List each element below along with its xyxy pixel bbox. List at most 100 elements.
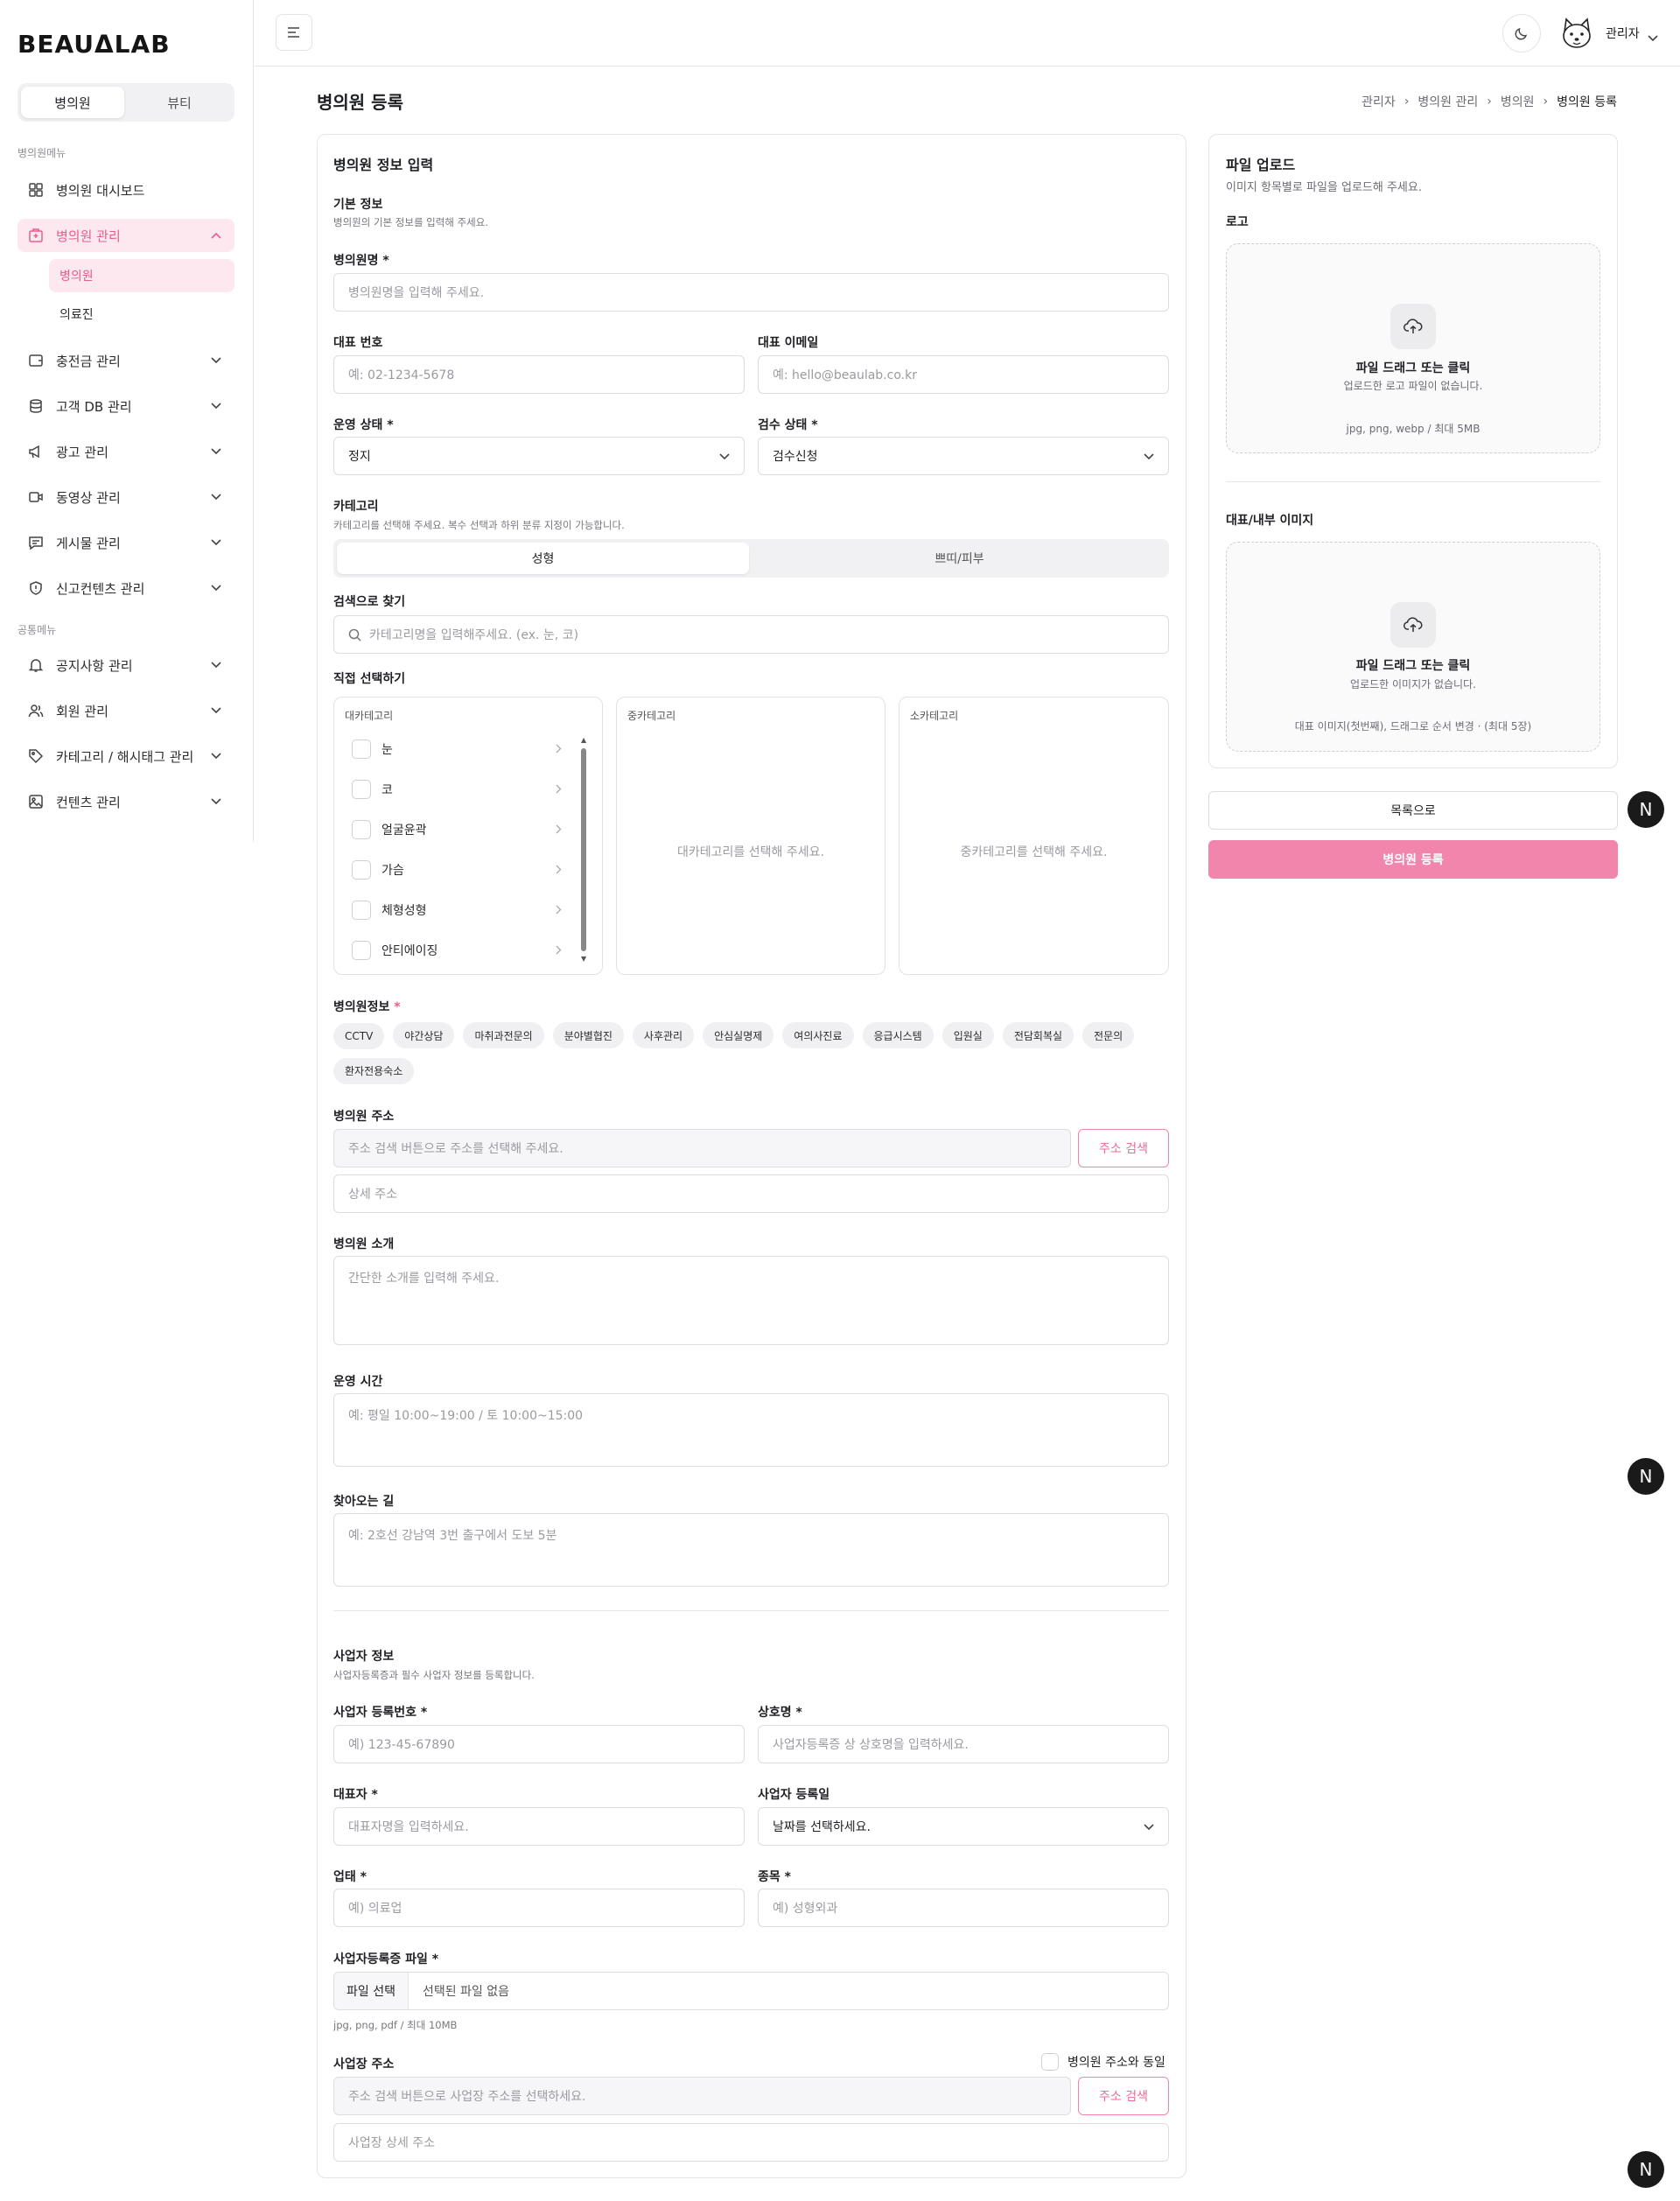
logo-label: 로고	[1226, 215, 1249, 229]
images-dropzone[interactable]: 파일 드래그 또는 클릭 업로드한 이미지가 없습니다. 대표 이미지(첫번째)…	[1226, 542, 1600, 752]
same-address-toggle[interactable]: 병의원 주소와 동일	[1041, 2053, 1166, 2071]
avatar[interactable]	[1558, 14, 1596, 53]
sidebar-sub-doctors[interactable]: 의료진	[49, 298, 234, 331]
tab-petit-skin[interactable]: 쁘띠/피부	[753, 543, 1166, 574]
floating-n-badge[interactable]: N	[1628, 791, 1664, 828]
email-input[interactable]: 예: hello@beaulab.co.kr	[758, 355, 1169, 394]
moon-icon	[1515, 27, 1528, 40]
category-item[interactable]: 안티에이징	[352, 938, 562, 963]
theme-toggle-button[interactable]	[1502, 14, 1541, 53]
dashboard-grid-icon	[28, 182, 44, 198]
category-item[interactable]: 얼굴윤곽	[352, 817, 562, 842]
sidebar-item-notices[interactable]: 공지사항 관리	[18, 648, 234, 682]
chevron-down-icon	[210, 582, 222, 594]
category-search-input[interactable]: 카테고리명을 입력해주세요. (ex. 눈, 코)	[333, 615, 1169, 654]
checkbox[interactable]	[352, 860, 371, 880]
directions-textarea[interactable]: 예: 2호선 강남역 3번 출구에서 도보 5분	[333, 1513, 1169, 1587]
checkbox[interactable]	[352, 901, 371, 920]
sidebar-item-categories[interactable]: 카테고리 / 해시태그 관리	[18, 740, 234, 773]
intro-textarea[interactable]: 간단한 소개를 입력해 주세요.	[333, 1256, 1169, 1345]
register-hospital-button[interactable]: 병의원 등록	[1208, 840, 1618, 879]
address-search-button[interactable]: 주소 검색	[1078, 1129, 1169, 1167]
biz-no-label: 사업자 등록번호 *	[333, 1706, 428, 1720]
sidebar: BEAUᐃLAB 병의원 뷰티 병의원메뉴 병의원 대시보드 병의원 관리 병의…	[0, 0, 254, 842]
middle-category-empty: 대카테고리를 선택해 주세요.	[677, 845, 824, 859]
chip[interactable]: 여의사진료	[782, 1022, 854, 1048]
message-icon	[28, 535, 44, 550]
brand-logo[interactable]: BEAUᐃLAB	[18, 30, 171, 59]
sidebar-item-reports[interactable]: 신고컨텐츠 관리	[18, 571, 234, 605]
chevron-down-icon	[210, 536, 222, 549]
same-address-checkbox[interactable]	[1041, 2053, 1059, 2071]
chip[interactable]: 전문의	[1082, 1022, 1135, 1048]
phone-input[interactable]: 예: 02-1234-5678	[333, 355, 745, 394]
sidebar-item-charge[interactable]: 충전금 관리	[18, 344, 234, 377]
scrollbar[interactable]: ▲ ▼	[579, 736, 588, 964]
floating-n-badge[interactable]: N	[1628, 2151, 1664, 2188]
logo-dropzone[interactable]: 파일 드래그 또는 클릭 업로드한 로고 파일이 없습니다. jpg, png,…	[1226, 243, 1600, 453]
back-to-list-button[interactable]: 목록으로	[1208, 791, 1618, 830]
chevron-down-icon	[210, 704, 222, 717]
user-name[interactable]: 관리자	[1606, 25, 1640, 42]
category-item[interactable]: 눈	[352, 737, 562, 761]
checkbox[interactable]	[352, 740, 371, 759]
op-status-select[interactable]: 정지	[333, 437, 745, 475]
checkbox[interactable]	[352, 780, 371, 799]
category-item[interactable]: 체형성형	[352, 898, 562, 922]
category-item-label: 눈	[382, 743, 393, 757]
chevron-down-icon[interactable]	[1648, 29, 1658, 46]
biz-type-input[interactable]: 예) 의료업	[333, 1889, 745, 1927]
chevron-right-icon	[556, 824, 562, 838]
category-item[interactable]: 가슴	[352, 858, 562, 882]
sidebar-item-hospital-manage[interactable]: 병의원 관리	[18, 219, 234, 252]
biz-item-input[interactable]: 예) 성형외과	[758, 1889, 1169, 1927]
biz-name-input[interactable]: 사업자등록증 상 상호명을 입력하세요.	[758, 1725, 1169, 1763]
hours-textarea[interactable]: 예: 평일 10:00~19:00 / 토 10:00~15:00	[333, 1393, 1169, 1467]
chip[interactable]: 마취과전문의	[463, 1022, 544, 1048]
biz-file-input[interactable]: 파일 선택 선택된 파일 없음	[333, 1972, 1169, 2010]
file-select-button[interactable]: 파일 선택	[334, 1973, 409, 2009]
sidebar-item-members[interactable]: 회원 관리	[18, 694, 234, 727]
sidebar-item-posts[interactable]: 게시물 관리	[18, 526, 234, 559]
chevron-down-icon	[210, 354, 222, 367]
chip[interactable]: 안심실명제	[703, 1022, 774, 1048]
biz-address-input[interactable]: 주소 검색 버튼으로 사업장 주소를 선택하세요.	[333, 2077, 1071, 2115]
sidebar-item-customer-db[interactable]: 고객 DB 관리	[18, 389, 234, 423]
sidebar-item-contents[interactable]: 컨텐츠 관리	[18, 785, 234, 818]
review-status-select[interactable]: 검수신청	[758, 437, 1169, 475]
chip[interactable]: 환자전용숙소	[333, 1057, 415, 1084]
review-status-value: 검수신청	[773, 450, 818, 464]
chip[interactable]: 전담회복실	[1002, 1022, 1074, 1048]
biz-no-input[interactable]: 예) 123-45-67890	[333, 1725, 745, 1763]
chip[interactable]: 사후관리	[632, 1022, 695, 1048]
hospital-name-input[interactable]: 병의원명을 입력해 주세요.	[333, 273, 1169, 312]
segment-hospital[interactable]: 병의원	[21, 87, 124, 118]
breadcrumb-hospital[interactable]: 병의원	[1501, 93, 1535, 110]
sidebar-sub-hospital[interactable]: 병의원	[49, 259, 234, 292]
chip[interactable]: 입원실	[942, 1022, 994, 1048]
sidebar-item-videos[interactable]: 동영상 관리	[18, 480, 234, 514]
chip[interactable]: CCTV	[333, 1022, 385, 1049]
biz-info-desc: 사업자등록증과 필수 사업자 정보를 등록합니다.	[333, 1669, 535, 1681]
biz-date-select[interactable]: 날짜를 선택하세요.	[758, 1807, 1169, 1846]
address-input[interactable]: 주소 검색 버튼으로 주소를 선택해 주세요.	[333, 1129, 1071, 1167]
biz-address-search-button[interactable]: 주소 검색	[1078, 2077, 1169, 2115]
segment-beauty[interactable]: 뷰티	[128, 87, 231, 118]
tab-plastic[interactable]: 성형	[337, 543, 749, 574]
sidebar-toggle-button[interactable]	[276, 14, 312, 51]
breadcrumb-admin[interactable]: 관리자	[1362, 93, 1396, 110]
chip[interactable]: 야간상담	[393, 1022, 455, 1048]
floating-n-badge[interactable]: N	[1628, 1458, 1664, 1495]
breadcrumb-hospital-manage[interactable]: 병의원 관리	[1418, 93, 1478, 110]
category-item[interactable]: 코	[352, 777, 562, 802]
chip[interactable]: 응급시스템	[862, 1022, 934, 1048]
chip[interactable]: 분야별협진	[552, 1022, 624, 1048]
checkbox[interactable]	[352, 941, 371, 960]
sidebar-item-ads[interactable]: 광고 관리	[18, 435, 234, 468]
address-detail-input[interactable]: 상세 주소	[333, 1174, 1169, 1213]
middle-category-head: 중카테고리	[627, 710, 676, 722]
biz-address-detail-input[interactable]: 사업장 상세 주소	[333, 2123, 1169, 2162]
sidebar-item-dashboard[interactable]: 병의원 대시보드	[18, 173, 234, 207]
checkbox[interactable]	[352, 820, 371, 839]
ceo-input[interactable]: 대표자명을 입력하세요.	[333, 1807, 745, 1846]
